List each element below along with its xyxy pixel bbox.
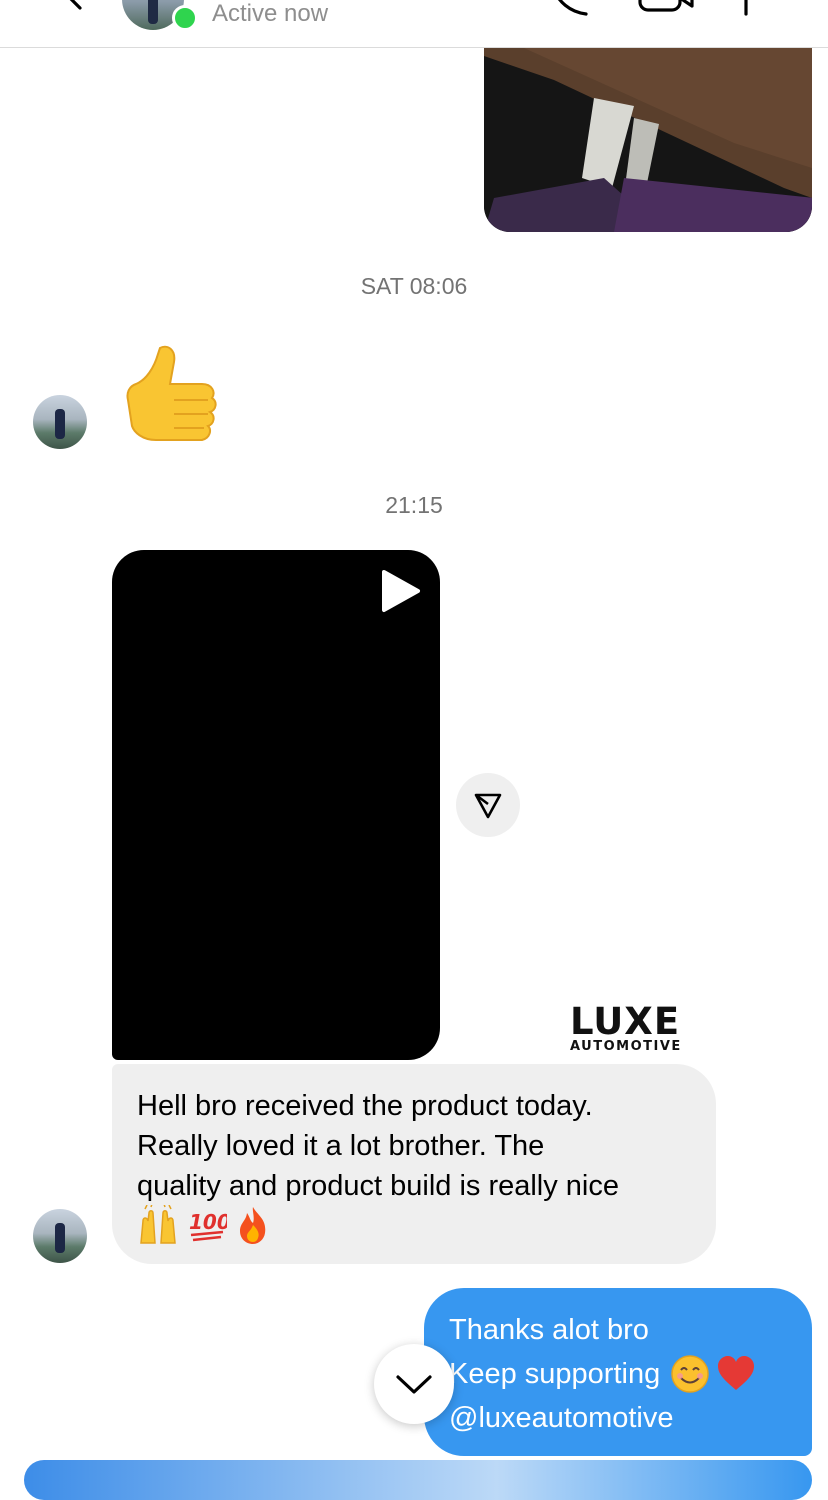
chevron-down-icon [396,1375,432,1394]
chat-header: Active now [0,0,828,48]
emoji-row: 100 [137,1204,692,1246]
info-icon[interactable] [736,0,756,16]
video-message[interactable] [112,550,440,1060]
thumbs-up-emoji-message[interactable] [112,340,222,452]
active-status: Active now [212,0,329,27]
watermark-sub: AUTOMOTIVE [570,1039,682,1054]
message-line: @luxeautomotive [449,1396,792,1440]
red-heart-emoji [718,1356,755,1390]
contact-avatar-small[interactable] [33,395,87,449]
message-text: Keep supporting [449,1358,661,1390]
timestamp: 21:15 [385,492,443,518]
message-line: Really loved it a lot brother. The [137,1130,545,1162]
sent-message-bubble[interactable]: Thanks alot bro Keep supporting @luxeaut… [424,1288,812,1456]
sent-photo[interactable] [484,48,812,232]
smiling-face-emoji [671,1355,709,1393]
message-line: Hell bro received the product today. [137,1090,593,1122]
fire-emoji [240,1207,266,1244]
scroll-to-bottom-button[interactable] [374,1344,454,1424]
video-call-icon[interactable] [636,0,694,16]
contact-avatar-small[interactable] [33,1209,87,1263]
message-line: Keep supporting [449,1352,792,1396]
back-icon[interactable] [58,0,98,18]
received-message-bubble[interactable]: Hell bro received the product today. Rea… [112,1064,716,1264]
online-indicator [172,5,198,31]
message-line: quality and product build is really nice [137,1170,619,1202]
share-icon [474,793,502,819]
hundred-points-emoji: 100 [189,1210,227,1242]
message-input-bar[interactable] [24,1460,812,1500]
photo-content [484,48,812,232]
message-text: Thanks alot bro [449,1314,649,1346]
svg-text:100: 100 [189,1210,227,1234]
mention-text[interactable]: @luxeautomotive [449,1396,674,1440]
timestamp: SAT 08:06 [360,273,468,299]
call-icon[interactable] [548,0,592,16]
play-icon[interactable] [378,568,422,614]
share-button[interactable] [456,773,520,837]
luxe-automotive-watermark: LUXE AUTOMOTIVE [570,1000,688,1055]
watermark-main: LUXE [570,1000,681,1043]
message-line: Thanks alot bro [449,1308,792,1352]
raising-hands-emoji [140,1205,176,1244]
